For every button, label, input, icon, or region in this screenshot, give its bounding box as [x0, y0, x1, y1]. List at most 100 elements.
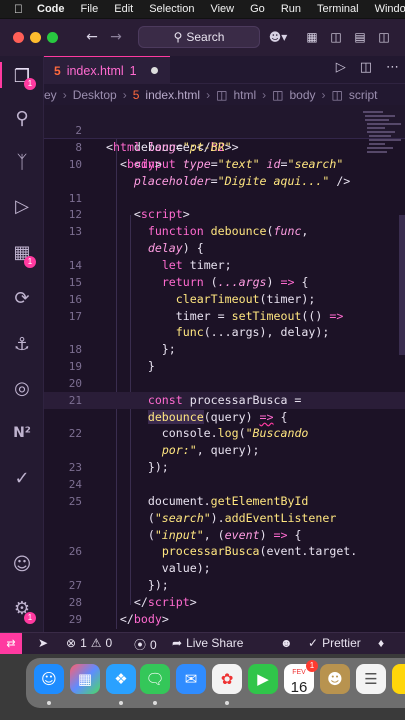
minimize-window-button[interactable]: [30, 32, 41, 43]
launchpad-icon[interactable]: ▦: [70, 664, 100, 694]
menu-run[interactable]: Run: [281, 3, 301, 15]
menu-view[interactable]: View: [210, 3, 234, 15]
breadcrumb-desktop[interactable]: Desktop: [73, 88, 117, 102]
code-text: }: [92, 358, 155, 375]
code-line[interactable]: ("search").addEventListener: [44, 510, 405, 527]
run-debug-icon[interactable]: ▷: [11, 196, 33, 218]
n8n-icon[interactable]: N²: [11, 422, 33, 444]
code-line[interactable]: placeholder="Digite aqui..." />: [44, 173, 405, 190]
code-line[interactable]: 24: [44, 476, 405, 493]
code-line[interactable]: por:", query);: [44, 442, 405, 459]
photos-icon[interactable]: ✿: [212, 664, 242, 694]
menu-window[interactable]: Window: [375, 3, 405, 15]
menu-edit[interactable]: Edit: [114, 3, 133, 15]
code-token: "Digite aqui...": [217, 173, 330, 188]
problems-indicator[interactable]: ⊗ 1 ⚠ 0: [66, 636, 112, 650]
toggle-secondary-sidebar-icon[interactable]: ◫: [374, 27, 394, 47]
messages-icon[interactable]: 🗨: [140, 664, 170, 694]
code-line[interactable]: 18 };: [44, 341, 405, 358]
breadcrumb-file[interactable]: index.html: [145, 88, 200, 102]
code-line[interactable]: 13 function debounce(func,: [44, 223, 405, 240]
finder-icon[interactable]: ☺: [34, 664, 64, 694]
line-number: 11: [68, 191, 82, 205]
zoom-window-button[interactable]: [47, 32, 58, 43]
ports-indicator[interactable]: ⦿ 0: [134, 636, 157, 653]
split-editor-icon[interactable]: ◫: [360, 60, 372, 75]
check-icon: ✓: [308, 636, 319, 650]
menu-app-name[interactable]: Code: [37, 3, 65, 15]
code-line[interactable]: value);: [44, 560, 405, 577]
facetime-icon[interactable]: ▶: [248, 664, 278, 694]
tab-index-html[interactable]: 5 index.html 1: [44, 56, 170, 84]
code-line[interactable]: 11: [44, 190, 405, 207]
code-line[interactable]: 20: [44, 375, 405, 392]
remote-explorer-icon[interactable]: ◎: [11, 378, 33, 400]
code-line[interactable]: 16 clearTimeout(timer);: [44, 291, 405, 308]
breadcrumb-html[interactable]: html: [233, 88, 256, 102]
ports-icon[interactable]: ➤: [38, 636, 48, 650]
code-line[interactable]: 28 </script>: [44, 594, 405, 611]
search-icon: ⚲: [173, 30, 183, 44]
layout-icon[interactable]: ▦: [302, 27, 322, 47]
code-line[interactable]: 15 return (...args) => {: [44, 274, 405, 291]
copilot-status-icon[interactable]: ☻: [280, 636, 293, 650]
code-line[interactable]: 10 <input type="text" id="search": [44, 156, 405, 173]
menu-go[interactable]: Go: [250, 3, 265, 15]
live-share-button[interactable]: ➦ Live Share: [172, 636, 243, 650]
code-line[interactable]: 19 }: [44, 358, 405, 375]
code-line[interactable]: 26 processarBusca(event.target.: [44, 543, 405, 560]
testing-icon[interactable]: ✓: [11, 468, 33, 490]
code-token: ): [259, 527, 274, 542]
warning-count: 0: [105, 636, 113, 650]
command-center-search[interactable]: ⚲ Search: [138, 26, 260, 48]
more-actions-icon[interactable]: ⋯: [386, 60, 399, 75]
apple-icon[interactable]: : [14, 2, 23, 16]
code-line[interactable]: delay) {: [44, 240, 405, 257]
code-line[interactable]: 23 });: [44, 459, 405, 476]
menu-selection[interactable]: Selection: [149, 3, 194, 15]
docker-icon[interactable]: ⚓: [11, 334, 33, 356]
reminders-icon[interactable]: ☰: [356, 664, 386, 694]
accounts-icon[interactable]: ☺: [11, 554, 33, 576]
code-token: "search": [154, 510, 211, 525]
code-line[interactable]: 12 <script>: [44, 206, 405, 223]
copilot-icon[interactable]: ☻▾: [268, 27, 288, 47]
code-line[interactable]: 17 timer = setTimeout(() =>: [44, 308, 405, 325]
code-line[interactable]: 29 </body>: [44, 611, 405, 628]
mail-icon[interactable]: ✉: [176, 664, 206, 694]
code-line[interactable]: ("input", (event) => {: [44, 527, 405, 544]
contacts-icon[interactable]: ☻: [320, 664, 350, 694]
breadcrumb-root[interactable]: ey: [44, 88, 57, 102]
safari-icon[interactable]: ❖: [106, 664, 136, 694]
notes-icon[interactable]: [392, 664, 405, 694]
arrow-left-icon[interactable]: ←: [82, 27, 102, 47]
menu-file[interactable]: File: [81, 3, 99, 15]
code-line[interactable]: 21 const processarBusca =: [44, 391, 405, 409]
breadcrumb-script[interactable]: script: [349, 88, 378, 102]
menu-terminal[interactable]: Terminal: [317, 3, 359, 15]
prettier-status[interactable]: ✓ Prettier: [308, 636, 361, 650]
search-icon[interactable]: ⚲: [11, 108, 33, 130]
run-icon[interactable]: ▷: [336, 60, 346, 75]
arrow-right-icon[interactable]: →: [106, 27, 126, 47]
unsaved-dot-icon[interactable]: [150, 67, 158, 74]
breadcrumb-separator-icon: ›: [321, 87, 326, 102]
code-line[interactable]: 14 let timer;: [44, 257, 405, 274]
code-token: function: [147, 224, 204, 239]
breadcrumb-body[interactable]: body: [289, 88, 315, 102]
vertical-scrollbar[interactable]: [399, 215, 405, 355]
code-line[interactable]: 25 document.getElementById: [44, 493, 405, 510]
close-window-button[interactable]: [13, 32, 24, 43]
code-line[interactable]: 27 });: [44, 577, 405, 594]
remote-indicator-icon[interactable]: ⇄: [0, 633, 22, 655]
notifications-bell-icon[interactable]: ♦: [378, 636, 384, 650]
code-line[interactable]: func(...args), delay);: [44, 324, 405, 341]
toggle-sidebar-icon[interactable]: ◫: [326, 27, 346, 47]
toggle-panel-icon[interactable]: ▤: [350, 27, 370, 47]
code-line[interactable]: debounce(query) => {: [44, 409, 405, 426]
sticky-scroll-header[interactable]: 2 <html lang="pt-BR"> 8 <body>: [44, 105, 405, 171]
code-line[interactable]: 22 console.log("Buscando: [44, 425, 405, 442]
code-editor[interactable]: debounce:</h2> 10 <input type="text" id="…: [44, 105, 405, 632]
source-control-icon[interactable]: ᛉ: [11, 152, 33, 174]
gitlens-icon[interactable]: ⟳: [11, 288, 33, 310]
